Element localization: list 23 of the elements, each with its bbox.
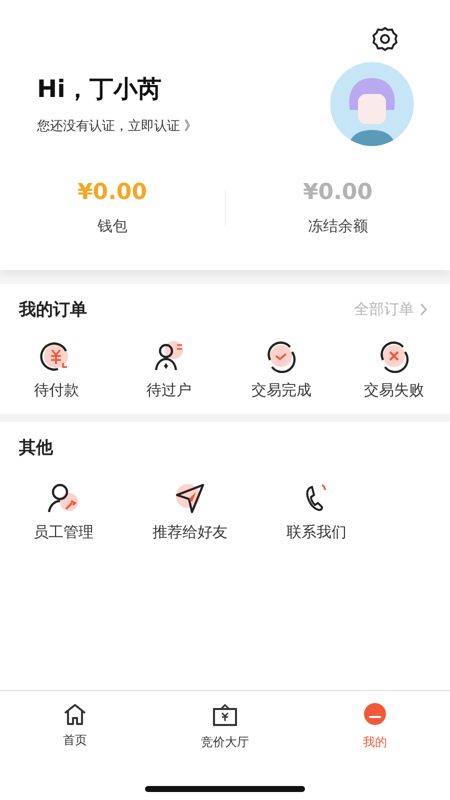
balance-amount: ¥0.00 xyxy=(302,180,373,205)
order-status-item[interactable]: 待过户 xyxy=(112,339,225,400)
menu-item[interactable]: 员工管理 xyxy=(0,481,127,542)
greeting: Hi，丁小芮 xyxy=(37,74,162,105)
tab[interactable]: 竞价大厅 xyxy=(150,701,300,752)
balance-label: 冻结余额 xyxy=(308,217,368,236)
menu-item[interactable]: 联系我们 xyxy=(253,481,380,542)
home-icon xyxy=(62,702,88,726)
person-wrench-icon xyxy=(46,481,80,515)
section-title: 其他 xyxy=(19,437,53,459)
order-status-item[interactable]: 交易失败 xyxy=(338,339,450,400)
section-title: 我的订单 xyxy=(19,299,87,321)
order-status-item[interactable]: 待付款 xyxy=(0,339,112,400)
chevron-right-icon xyxy=(420,303,428,316)
menu-item[interactable]: 推荐给好友 xyxy=(126,481,254,542)
balance-amount: ¥0.00 xyxy=(77,180,148,205)
tab[interactable]: 首页 xyxy=(0,701,150,752)
order-status-item[interactable]: 交易完成 xyxy=(225,339,338,400)
balance-label: 钱包 xyxy=(97,217,128,236)
yen-sign-board-icon xyxy=(212,702,238,728)
settings-icon[interactable] xyxy=(372,26,398,52)
verify-link[interactable]: 您还没有认证，立即认证 》 xyxy=(37,117,198,135)
avatar[interactable] xyxy=(330,62,414,146)
